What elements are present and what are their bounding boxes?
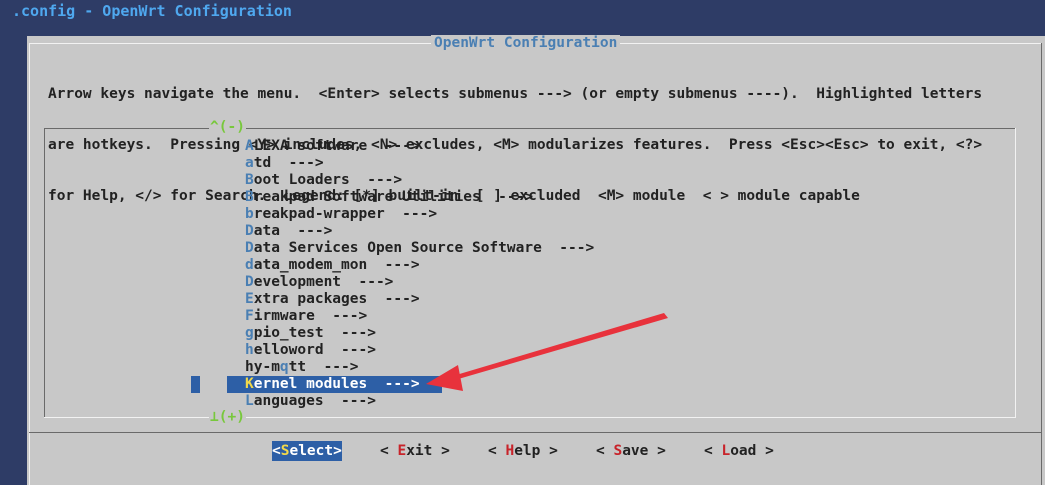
- button-hotkey: E: [397, 443, 407, 459]
- scroll-up-indicator[interactable]: ^(-): [209, 119, 246, 136]
- menu-item[interactable]: data_modem_mon --->: [245, 257, 594, 274]
- config-dialog: OpenWrt Configuration Arrow keys navigat…: [27, 35, 1045, 485]
- menu-item[interactable]: Extra packages --->: [245, 291, 594, 308]
- menu-item-label: reakpad Software Utilities --->: [253, 189, 534, 205]
- menu-item-label: reakpad-wrapper --->: [253, 206, 438, 222]
- menu-item-hotkey: b: [245, 206, 254, 222]
- menu-item-hotkey: E: [245, 291, 254, 307]
- menu-item[interactable]: Data --->: [245, 223, 594, 240]
- menu-border-left: [44, 128, 45, 418]
- menu-item-label: xtra packages --->: [253, 291, 420, 307]
- menu-item[interactable]: hy-mqtt --->: [245, 359, 594, 376]
- menu-item-label: hy-m: [245, 359, 280, 375]
- menu-item[interactable]: gpio_test --->: [245, 325, 594, 342]
- menu-item[interactable]: atd --->: [245, 155, 594, 172]
- menu-item-hotkey: D: [245, 274, 254, 290]
- menu-item[interactable]: ALEXA software --->: [245, 138, 594, 155]
- button-label: xit >: [406, 443, 450, 459]
- menu-item-hotkey: D: [245, 223, 254, 239]
- menu-item-label: tt --->: [288, 359, 359, 375]
- menu-item[interactable]: Development --->: [245, 274, 594, 291]
- menu-item-hotkey: B: [245, 172, 254, 188]
- button-hotkey: H: [505, 443, 515, 459]
- button-bracket: <: [272, 443, 281, 459]
- button-bracket: <: [488, 443, 506, 459]
- menu-item[interactable]: Languages --->: [245, 393, 594, 410]
- menu-item-hotkey: L: [245, 393, 254, 409]
- save-button[interactable]: < Save >: [596, 441, 666, 461]
- menu-item[interactable]: Breakpad Software Utilities --->: [245, 189, 594, 206]
- menu-item[interactable]: breakpad-wrapper --->: [245, 206, 594, 223]
- cursor-block: [191, 376, 200, 393]
- menu-box: ^(-) ⊥(+) ALEXA software ---> atd ---> Boo…: [44, 119, 1016, 426]
- menu-item-label: pio_test --->: [253, 325, 376, 341]
- help-button[interactable]: < Help >: [488, 441, 558, 461]
- menu-item[interactable]: Boot Loaders --->: [245, 172, 594, 189]
- menu-item-hotkey: K: [245, 376, 254, 392]
- menu-item-selected[interactable]: Kernel modules --->: [191, 376, 442, 393]
- menu-item-label: elloword --->: [253, 342, 376, 358]
- button-hotkey: S: [613, 443, 623, 459]
- button-bar: <Select> < Exit > < Help > < Save > < Load >: [27, 441, 1045, 461]
- menu-item-label: ata Services Open Source Software --->: [253, 240, 595, 256]
- menu-item-hotkey: a: [245, 155, 254, 171]
- menu-item-hotkey: h: [245, 342, 254, 358]
- menu-item-hotkey: B: [245, 189, 254, 205]
- menu-item-hotkey: F: [245, 308, 254, 324]
- scroll-down-indicator[interactable]: ⊥(+): [209, 409, 246, 426]
- button-label: oad >: [730, 443, 774, 459]
- button-bracket: <: [380, 443, 398, 459]
- menu-border-top: [44, 128, 1016, 129]
- menu-item-label: evelopment --->: [253, 274, 394, 290]
- menu-item-label: ernel modules --->: [253, 376, 420, 392]
- menu-item-hotkey: A: [245, 138, 254, 154]
- button-separator: [29, 432, 1041, 433]
- button-bracket: <: [704, 443, 722, 459]
- exit-button[interactable]: < Exit >: [380, 441, 450, 461]
- menu-item[interactable]: Firmware --->: [245, 308, 594, 325]
- dialog-border-right: [1041, 43, 1042, 485]
- menu-item-label: td --->: [253, 155, 324, 171]
- menu-item-label: anguages --->: [253, 393, 376, 409]
- help-line: Arrow keys navigate the menu. <Enter> se…: [48, 86, 983, 102]
- menu-item-label: ata_modem_mon --->: [253, 257, 420, 273]
- button-hotkey: L: [721, 443, 731, 459]
- window-title: .config - OpenWrt Configuration: [12, 2, 292, 20]
- menu-item[interactable]: helloword --->: [245, 342, 594, 359]
- dialog-title: OpenWrt Configuration: [431, 35, 621, 52]
- load-button[interactable]: < Load >: [704, 441, 774, 461]
- menu-item-hotkey: D: [245, 240, 254, 256]
- dialog-border-left: [29, 43, 30, 485]
- menu-item[interactable]: Data Services Open Source Software --->: [245, 240, 594, 257]
- button-label: ave >: [622, 443, 666, 459]
- button-label: elect>: [289, 443, 342, 459]
- menu-item-hotkey: d: [245, 257, 254, 273]
- menu-item-label: oot Loaders --->: [253, 172, 403, 188]
- menu-item-label: irmware --->: [253, 308, 368, 324]
- menu-item-label: LEXA software --->: [253, 138, 420, 154]
- menu-item-label: ata --->: [253, 223, 333, 239]
- menu-border-bottom: [44, 417, 1016, 418]
- menu-list: ALEXA software ---> atd ---> Boot Loaders …: [191, 138, 594, 410]
- menu-border-right: [1015, 128, 1016, 418]
- button-label: elp >: [514, 443, 558, 459]
- select-button[interactable]: <Select>: [272, 441, 342, 461]
- menu-item-hotkey: g: [245, 325, 254, 341]
- menu-item-hotkey: q: [279, 359, 289, 375]
- button-bracket: <: [596, 443, 614, 459]
